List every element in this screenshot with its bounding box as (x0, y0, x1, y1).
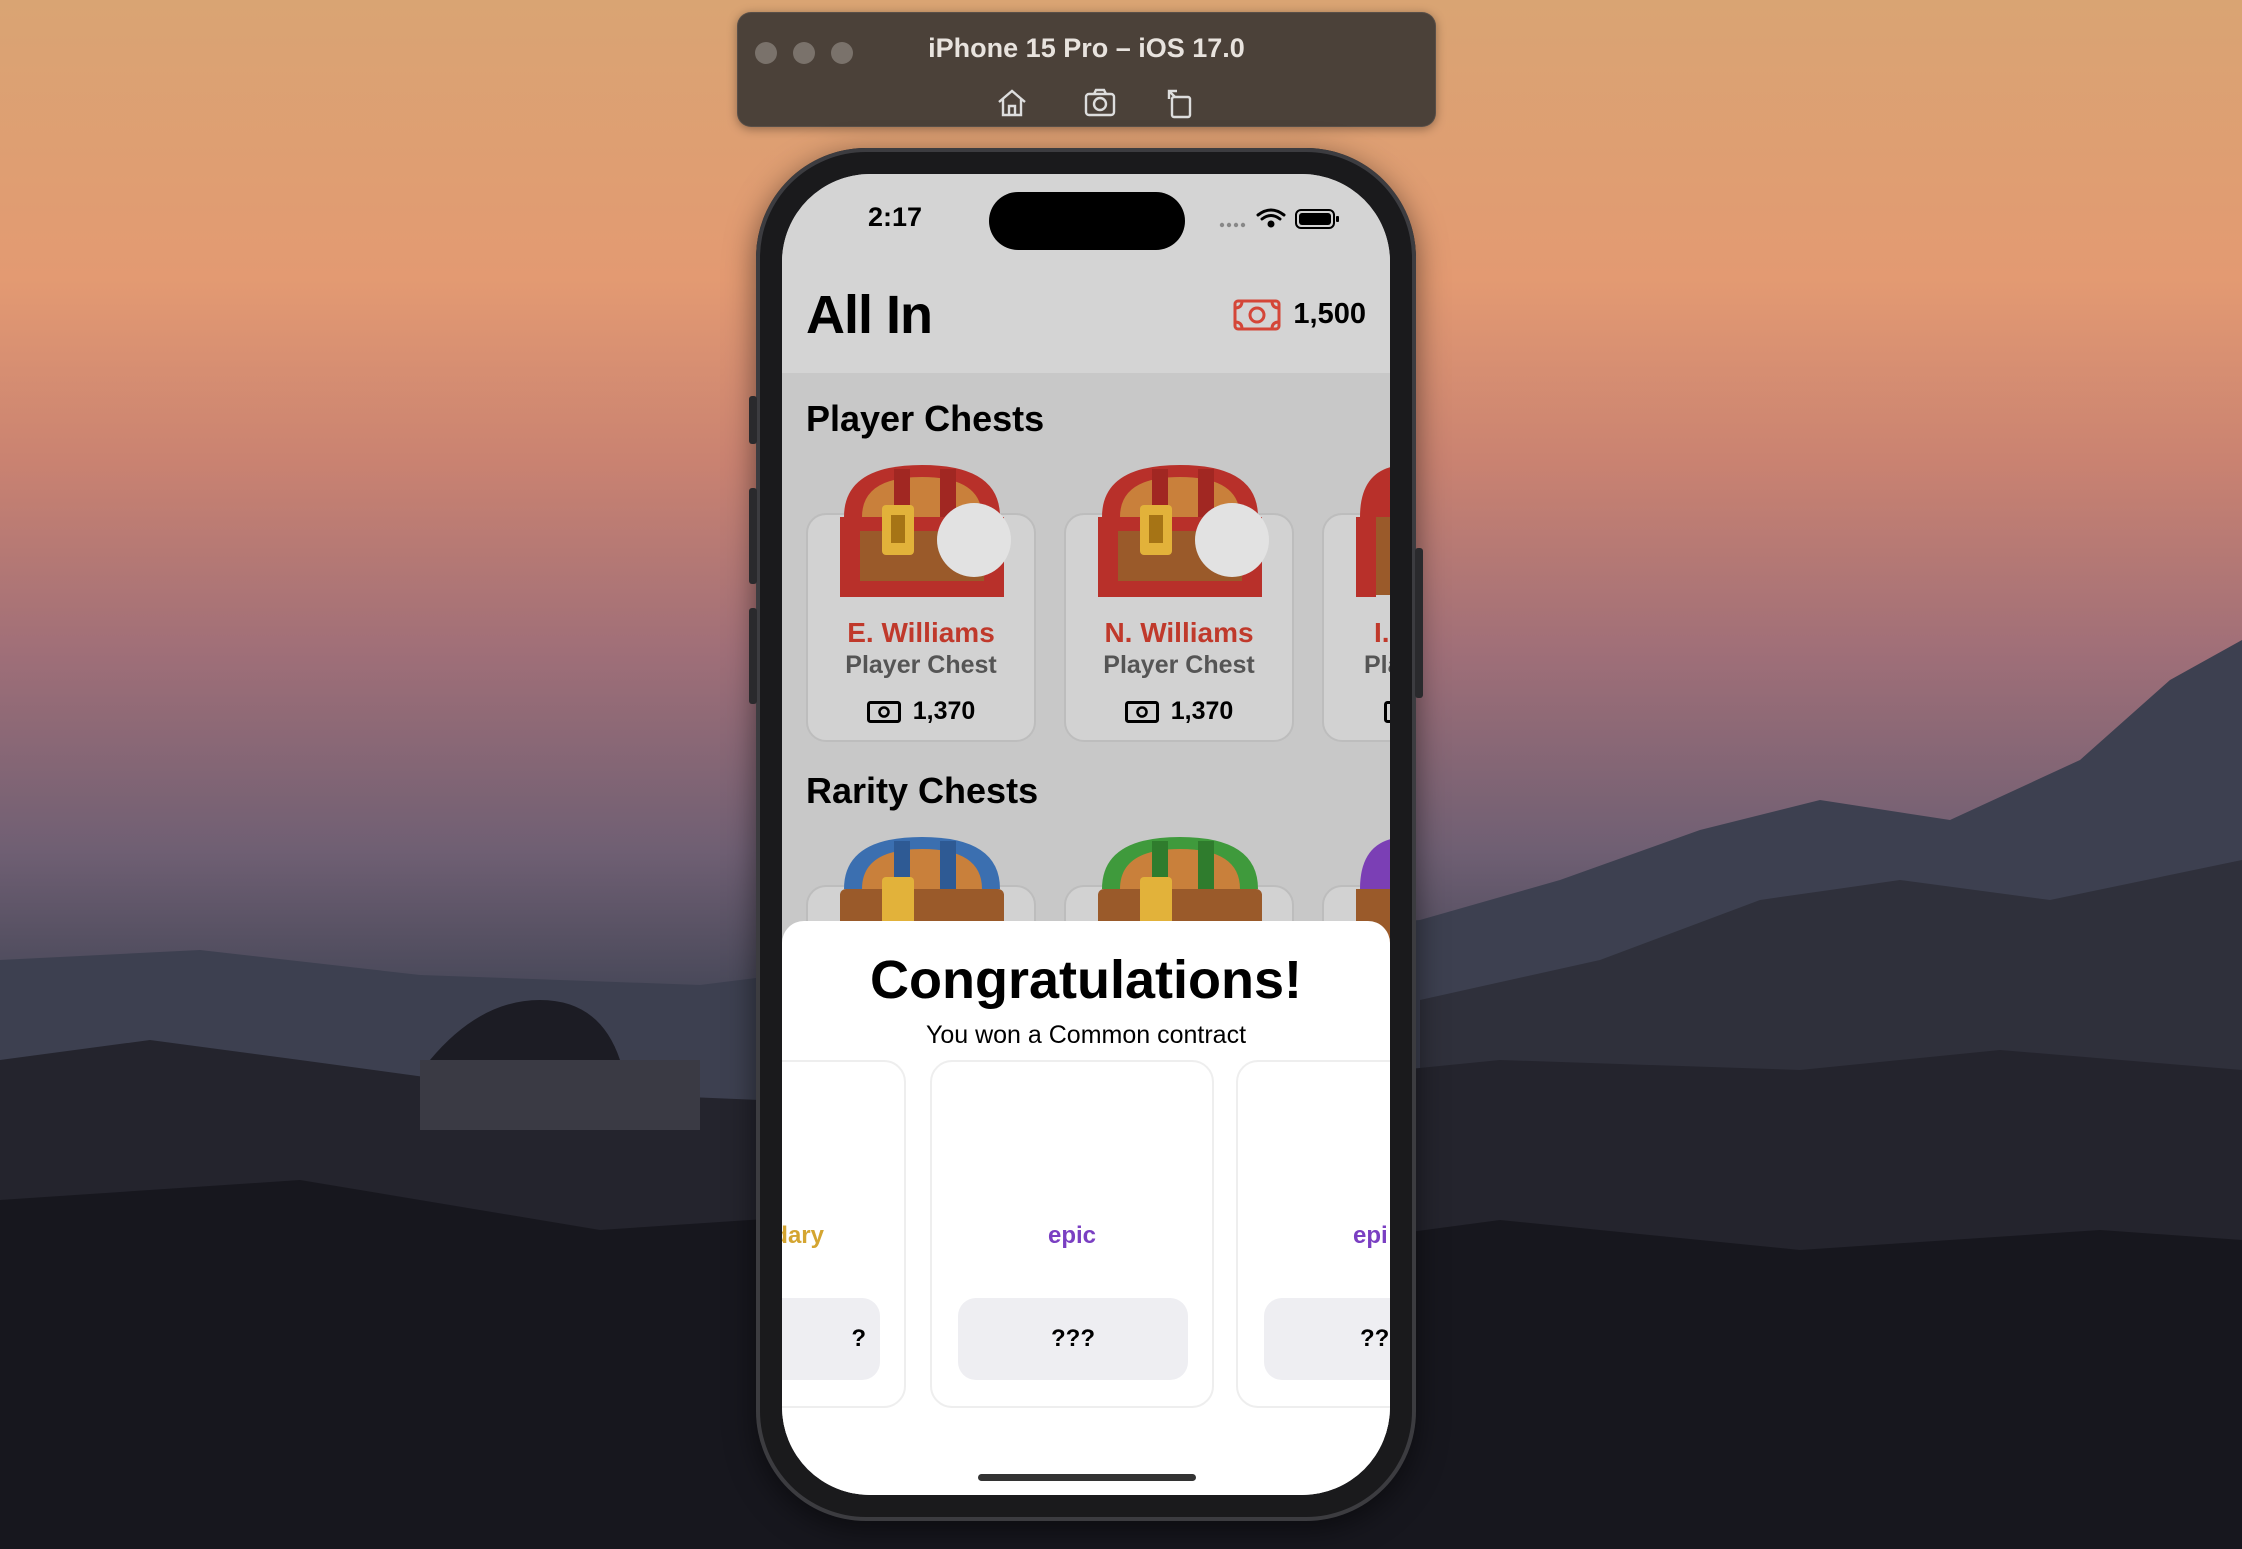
volume-down-button (749, 608, 757, 704)
reward-card[interactable]: epic ??? (930, 1060, 1214, 1408)
balance-amount: 1,500 (1293, 298, 1366, 330)
battery-icon (1295, 209, 1339, 229)
reward-subtitle: You won a Common contract (925, 1021, 1247, 1049)
rarity-chests-title: Rarity Chests (806, 770, 1039, 811)
simulator-title: iPhone 15 Pro – iOS 17.0 (928, 33, 1245, 63)
chest-price: 1,370 (808, 697, 1034, 726)
reveal-label: ? (851, 1325, 866, 1352)
chest-type: Player Chest (845, 651, 997, 679)
red-chest-icon (1356, 467, 1390, 597)
rotate-icon[interactable] (1162, 85, 1198, 121)
reveal-button[interactable]: ??? (958, 1298, 1188, 1380)
signal-icon (1219, 222, 1246, 228)
reveal-button[interactable]: ??? (1264, 1298, 1390, 1380)
simulator-toolbar: iPhone 15 Pro – iOS 17.0 (737, 12, 1436, 127)
chest-price: 1,370 (1066, 697, 1292, 726)
player-name: N. Williams (1104, 617, 1254, 648)
rarity-label: epi (1353, 1222, 1388, 1249)
reward-card[interactable]: epi ??? (1236, 1060, 1390, 1408)
price-amount: 1,370 (1170, 697, 1234, 725)
dynamic-island (989, 192, 1185, 250)
reward-card[interactable]: dary ? (782, 1060, 906, 1408)
screenshot-icon[interactable] (1082, 85, 1118, 121)
app-title: All In (806, 285, 933, 345)
rarity-label: dary (782, 1222, 824, 1249)
cash-icon (866, 700, 901, 723)
status-icons (1219, 208, 1339, 229)
side-button (1415, 548, 1423, 698)
player-name: I. (1374, 617, 1390, 648)
price-amount: 1,370 (912, 697, 976, 725)
status-time: 2:17 (868, 202, 923, 232)
iphone-frame: 2:17 All In 1,500 Player Chests E. Willi… (749, 148, 1423, 1521)
reward-sheet: Congratulations! You won a Common contra… (782, 921, 1390, 1495)
reveal-label: ??? (1051, 1325, 1095, 1352)
action-button (749, 396, 757, 444)
chest-type: Player Chest (1103, 651, 1255, 679)
player-badge (937, 503, 1011, 577)
player-name: E. Williams (847, 617, 995, 648)
reveal-label: ??? (1360, 1325, 1390, 1352)
phone-screen: 2:17 All In 1,500 Player Chests E. Willi… (782, 174, 1390, 1495)
congratulations-title: Congratulations! (870, 950, 1302, 1010)
cash-icon (1124, 700, 1159, 723)
reveal-button[interactable]: ? (782, 1298, 880, 1380)
volume-up-button (749, 488, 757, 584)
home-indicator[interactable] (978, 1474, 1196, 1481)
chest-type: Pla (1364, 651, 1390, 679)
player-badge (1195, 503, 1269, 577)
wifi-icon (1256, 208, 1286, 228)
player-chests-title: Player Chests (806, 398, 1045, 439)
balance-display[interactable]: 1,500 (1233, 298, 1366, 331)
cash-icon (1384, 701, 1390, 723)
cash-icon (1233, 299, 1281, 330)
rarity-label: epic (1047, 1222, 1097, 1249)
app-header: 2:17 All In 1,500 (782, 174, 1390, 373)
home-icon[interactable] (994, 85, 1030, 121)
